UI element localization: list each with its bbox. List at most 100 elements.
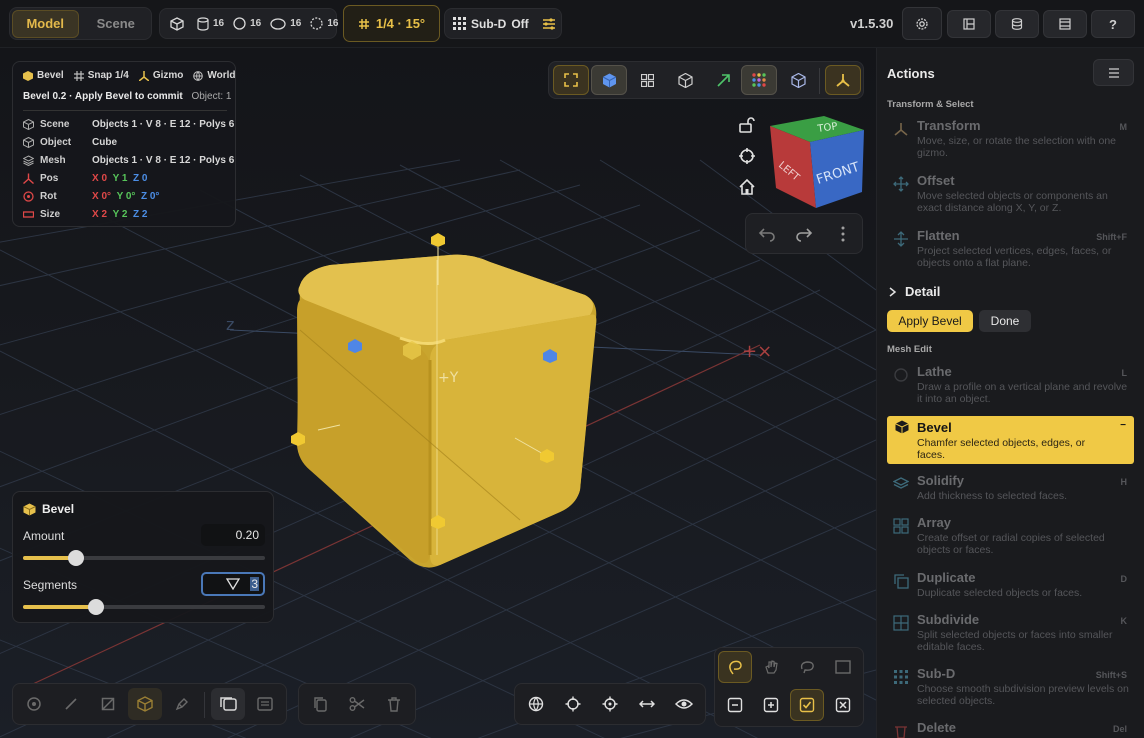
done-button[interactable]: Done [979, 310, 1031, 332]
panel-layout-button-2[interactable] [995, 10, 1039, 38]
paint-select-button[interactable] [754, 651, 788, 683]
edge-mode-button[interactable] [54, 688, 88, 720]
panel-layout-button-1[interactable] [947, 10, 991, 38]
history-toolbar [745, 213, 863, 254]
grid-view-button[interactable] [629, 65, 665, 95]
action-flatten[interactable]: Flatten Project selected vertices, edges,… [887, 228, 1135, 269]
info-row-scene: Scene Objects 1 · V 8 · E 12 · Polys 6 [23, 116, 234, 132]
info-row-size: Size X 2 Y 2 Z 2 [23, 206, 147, 222]
torus-count[interactable]: 16 [270, 17, 301, 30]
help-button[interactable]: ? [1091, 10, 1135, 38]
object-mode-button-bottom[interactable] [128, 688, 162, 720]
mesh-cube-button[interactable] [780, 65, 816, 95]
box-select-button[interactable] [826, 651, 860, 683]
chip-gizmo[interactable]: Gizmo [138, 70, 183, 81]
layers-icon [220, 697, 237, 711]
vertex-handle-top[interactable] [431, 233, 445, 247]
add-selection-button[interactable] [754, 689, 788, 721]
bevel-cube[interactable]: +Y [291, 233, 597, 568]
apply-bevel-button[interactable]: Apply Bevel [887, 310, 973, 332]
delete-button[interactable] [377, 688, 411, 720]
snap-target-button[interactable] [593, 688, 627, 720]
copy-button[interactable] [303, 688, 337, 720]
panel-toggle-button[interactable] [248, 688, 282, 720]
action-transform[interactable]: Transform Move, size, or rotate the selec… [887, 118, 1135, 159]
color-grid-button[interactable] [741, 65, 777, 95]
action-bevel[interactable]: Bevel Chamfer selected objects, edges, o… [887, 416, 1134, 464]
action-delete[interactable]: Delete Del [887, 720, 1135, 738]
chevron-right-icon [889, 286, 897, 297]
mode-tab-scene[interactable]: Scene [83, 10, 149, 38]
home-icon [739, 178, 755, 195]
redo-icon [796, 228, 813, 242]
sliders-icon[interactable] [542, 17, 556, 30]
clear-selection-button[interactable] [826, 689, 860, 721]
action-subdivide[interactable]: Subdivide Split selected objects or faces… [887, 612, 1135, 653]
chip-bevel[interactable]: Bevel [23, 70, 64, 81]
amount-slider-knob[interactable] [68, 550, 85, 566]
dashed-rect-icon [835, 660, 851, 674]
undo-button[interactable] [758, 225, 776, 243]
duplicate-layer-button[interactable] [211, 688, 245, 720]
more-button[interactable] [834, 225, 852, 243]
lock-button[interactable] [738, 116, 756, 134]
3d-viewport[interactable]: +× z +Y Bevel Snap 1/4 Gizmo World Bevel… [0, 48, 876, 738]
action-subd[interactable]: Sub-D Choose smooth subdivision preview l… [887, 666, 1135, 707]
intersect-selection-button[interactable] [790, 689, 824, 721]
snap-button[interactable]: 1/4 · 15° [343, 5, 440, 42]
segments-slider-knob[interactable] [87, 599, 104, 615]
cut-button[interactable] [340, 688, 374, 720]
database-icon [1011, 18, 1023, 30]
redo-button[interactable] [795, 225, 813, 243]
actions-sidebar: Actions Transform & Select Transform Move… [876, 48, 1144, 738]
cube-count[interactable] [170, 16, 188, 31]
z-axis-marker: z [226, 315, 234, 334]
object-mode-button[interactable] [591, 65, 627, 95]
face-mode-button[interactable] [91, 688, 125, 720]
cylinder-count[interactable]: 16 [197, 16, 224, 31]
subtract-selection-button[interactable] [718, 689, 752, 721]
action-lathe[interactable]: Lathe Draw a profile on a vertical plane … [887, 364, 1135, 405]
chip-world[interactable]: World [193, 70, 236, 81]
gizmo-toggle-button[interactable] [825, 65, 861, 95]
trash-icon [388, 697, 400, 712]
amount-slider[interactable] [23, 550, 265, 566]
frame-selection-button[interactable] [553, 65, 589, 95]
segments-input[interactable]: 3 [201, 572, 265, 596]
wire-cube-button[interactable] [667, 65, 703, 95]
home-view-button[interactable] [738, 178, 756, 196]
arrow-tool-button[interactable] [705, 65, 741, 95]
ring-count[interactable]: 16 [310, 17, 339, 30]
segments-slider[interactable] [23, 599, 265, 615]
sidebar-menu-button[interactable] [1093, 59, 1134, 86]
detail-toggle[interactable]: Detail [889, 284, 940, 299]
world-space-button[interactable] [519, 688, 553, 720]
freeform-select-button[interactable] [790, 651, 824, 683]
amount-input[interactable]: 0.20 [201, 524, 265, 546]
sphere-count[interactable]: 16 [233, 17, 261, 30]
pivot-button[interactable] [556, 688, 590, 720]
vertex-mode-button[interactable] [17, 688, 51, 720]
section-mesh-edit: Mesh Edit [887, 344, 932, 355]
subdivide-icon [893, 615, 909, 631]
cube-icon [170, 16, 184, 31]
sphere-icon [233, 17, 246, 30]
mode-tab-model[interactable]: Model [12, 9, 79, 38]
app-window: Model Scene 16 16 16 16 1/4 · 15° Sub-D … [0, 0, 1144, 738]
visibility-button[interactable] [667, 688, 701, 720]
lasso-select-button[interactable] [718, 651, 752, 683]
panel-layout-button-3[interactable] [1043, 10, 1087, 38]
action-offset[interactable]: Offset Move selected objects or component… [887, 173, 1135, 214]
focus-button[interactable] [738, 147, 756, 165]
snap-label: 1/4 · 15° [375, 16, 426, 31]
mirror-button[interactable] [630, 688, 664, 720]
action-array[interactable]: Array Create offset or radial copies of s… [887, 515, 1135, 556]
subd-state[interactable]: Off [511, 17, 528, 31]
action-solidify[interactable]: Solidify Add thickness to selected faces.… [887, 473, 1135, 502]
pen-tool-button[interactable] [165, 688, 199, 720]
settings-button[interactable] [902, 7, 942, 40]
chip-snap[interactable]: Snap 1/4 [73, 70, 129, 81]
navigation-cube[interactable]: TOP LEFT FRONT [766, 112, 866, 210]
subd-label[interactable]: Sub-D [471, 17, 506, 31]
action-duplicate[interactable]: Duplicate Duplicate selected objects or f… [887, 570, 1135, 599]
